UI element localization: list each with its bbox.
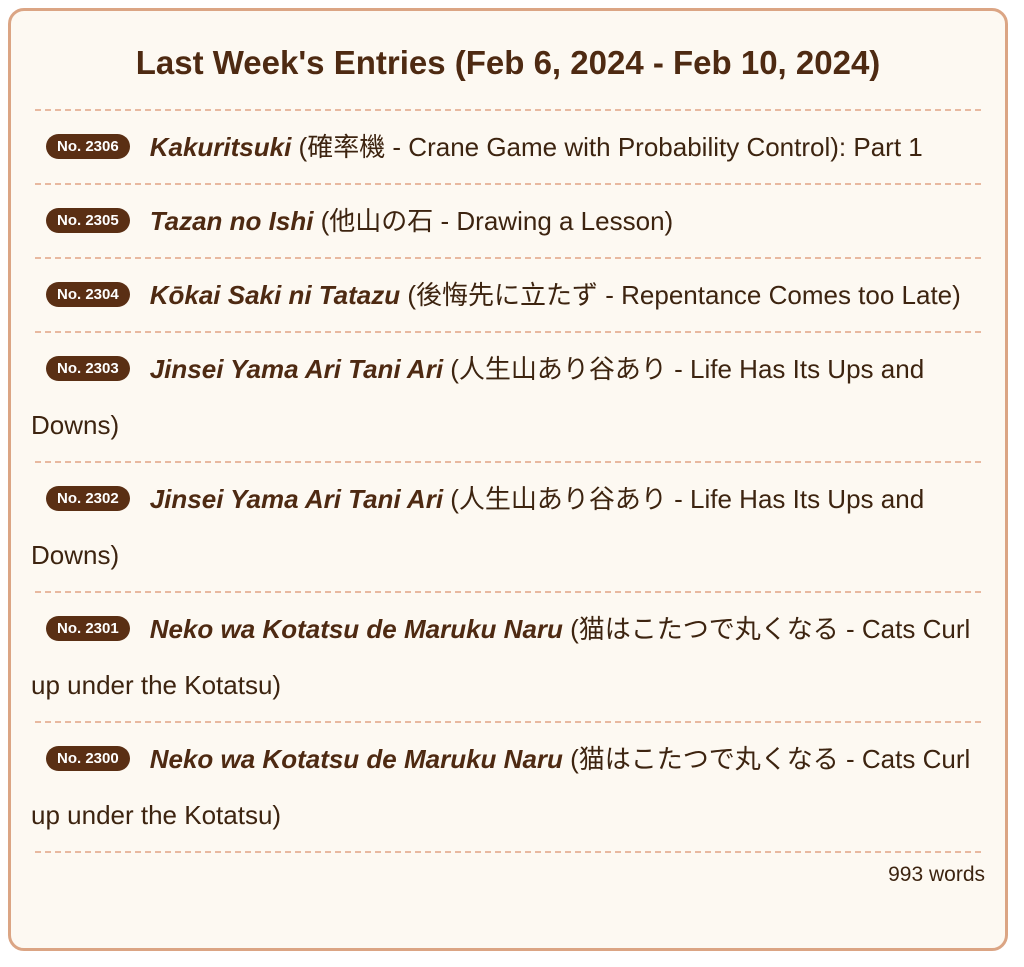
entry-title-link[interactable]: Kōkai Saki ni Tatazu [150,280,400,310]
entry-title-link[interactable]: Jinsei Yama Ari Tani Ari [150,484,443,514]
entries-card: Last Week's Entries (Feb 6, 2024 - Feb 1… [8,8,1008,951]
list-item: No. 2306 Kakuritsuki (確率機 - Crane Game wi… [35,111,981,185]
entry-description: (他山の石 - Drawing a Lesson) [313,206,674,236]
entry-number-badge: No. 2305 [46,207,130,233]
list-item: No. 2300 Neko wa Kotatsu de Maruku Naru (… [31,723,981,853]
entry-text: No. 2301 Neko wa Kotatsu de Maruku Naru (… [31,593,985,721]
entry-title-link[interactable]: Kakuritsuki [150,132,292,162]
word-count: 993 words [888,863,985,886]
list-item: No. 2305 Tazan no Ishi (他山の石 - Drawing a … [35,185,981,259]
page-title: Last Week's Entries (Feb 6, 2024 - Feb 1… [135,44,881,81]
entry-number-badge: No. 2306 [46,133,130,159]
entry-title-link[interactable]: Neko wa Kotatsu de Maruku Naru [150,744,563,774]
entry-title-link[interactable]: Tazan no Ishi [150,206,314,236]
list-item: No. 2303 Jinsei Yama Ari Tani Ari (人生山あり谷… [31,333,981,463]
list-item: No. 2301 Neko wa Kotatsu de Maruku Naru (… [31,593,981,723]
entry-number-badge: No. 2300 [46,745,130,771]
entry-number-badge: No. 2303 [46,355,130,381]
entry-text: No. 2300 Neko wa Kotatsu de Maruku Naru (… [31,723,985,851]
entry-text: No. 2302 Jinsei Yama Ari Tani Ari (人生山あり谷… [31,463,985,591]
entry-list: No. 2306 Kakuritsuki (確率機 - Crane Game wi… [31,111,985,853]
entry-title-link[interactable]: Neko wa Kotatsu de Maruku Naru [150,614,563,644]
entry-number-badge: No. 2302 [46,485,130,511]
entry-text: No. 2303 Jinsei Yama Ari Tani Ari (人生山あり谷… [31,333,985,461]
entry-number-badge: No. 2301 [46,615,130,641]
entry-description: (確率機 - Crane Game with Probability Contr… [291,132,923,162]
entry-number-badge: No. 2304 [46,281,130,307]
entry-text: No. 2304 Kōkai Saki ni Tatazu (後悔先に立たず - … [31,259,985,331]
entry-title-link[interactable]: Jinsei Yama Ari Tani Ari [150,354,443,384]
entry-description: (後悔先に立たず - Repentance Comes too Late) [400,280,961,310]
list-item: No. 2304 Kōkai Saki ni Tatazu (後悔先に立たず - … [35,259,981,333]
entry-text: No. 2305 Tazan no Ishi (他山の石 - Drawing a … [31,185,985,257]
entry-text: No. 2306 Kakuritsuki (確率機 - Crane Game wi… [31,111,985,183]
list-item: No. 2302 Jinsei Yama Ari Tani Ari (人生山あり谷… [31,463,981,593]
